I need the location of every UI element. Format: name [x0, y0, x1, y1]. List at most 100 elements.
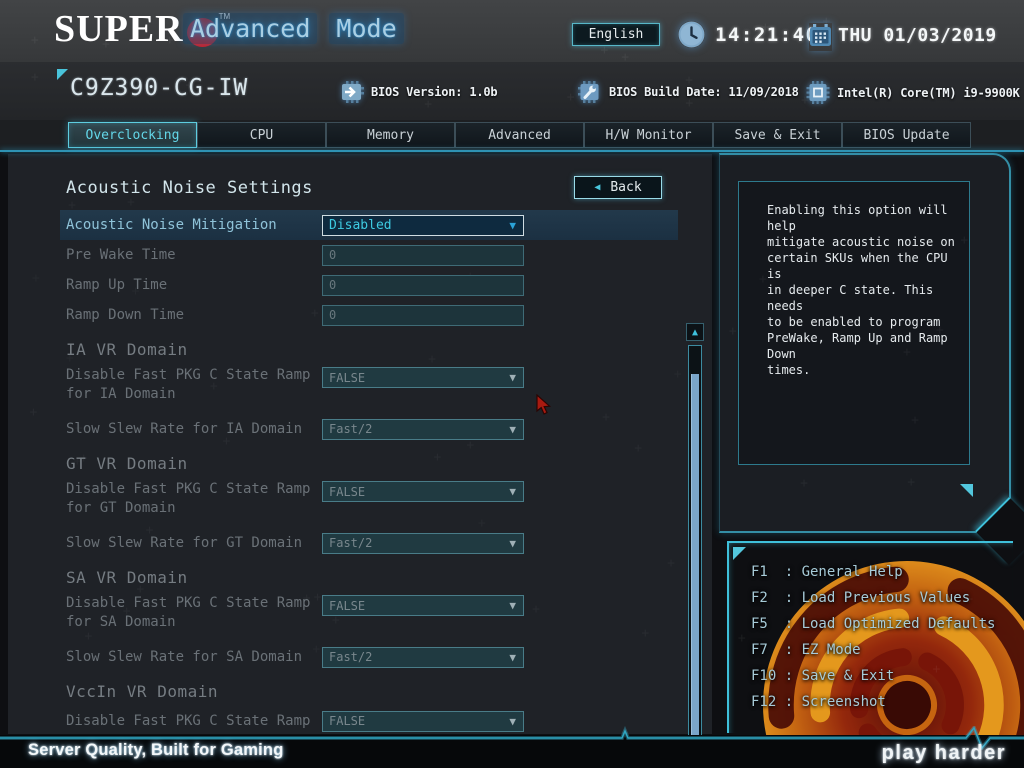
hotkey-list: F1 : General HelpF2 : Load Previous Valu…	[751, 559, 995, 715]
model-corner-triangle-icon	[57, 69, 68, 80]
settings-rows: Acoustic Noise Settings ◀ Back Acoustic …	[8, 154, 712, 734]
setting-row-pre-wake-time: Pre Wake Time0	[60, 240, 678, 270]
back-arrow-icon: ◀	[594, 182, 600, 193]
setting-label-line: Slow Slew Rate for IA Domain	[66, 420, 322, 439]
panel-header-row: Acoustic Noise Settings ◀ Back	[60, 178, 678, 210]
tab-bar: Overclocking CPU Memory Advanced H/W Monitor…	[0, 120, 1024, 150]
setting-row-slow-slew-rate-for-sa-domain: Slow Slew Rate for SA DomainFast/2▼	[60, 642, 678, 672]
value-dropdown[interactable]: FALSE ▼	[322, 595, 524, 616]
plus-decoration: +	[567, 90, 575, 105]
tab-divider-line	[0, 150, 1024, 152]
value-dropdown[interactable]: Disabled▼	[322, 215, 524, 236]
settings-panel: Acoustic Noise Settings ◀ Back Acoustic …	[8, 154, 712, 734]
help-text: Enabling this option will help mitigate …	[767, 202, 961, 378]
setting-label: Disable Fast PKG C State Rampfor SA Doma…	[66, 592, 322, 632]
help-corner-triangle-icon	[960, 484, 973, 497]
section-label: SA VR Domain	[66, 568, 188, 587]
bios-build-date-label: BIOS Build Date: 11/09/2018	[609, 85, 799, 99]
scroll-up-button[interactable]: ▲	[686, 323, 704, 341]
plus-decoration: +	[800, 476, 808, 491]
setting-label: Acoustic Noise Mitigation	[66, 216, 322, 235]
tab-memory[interactable]: Memory	[326, 122, 455, 148]
value-dropdown[interactable]: Fast/2▼	[322, 647, 524, 668]
play-harder-logo: play harder	[882, 742, 1006, 765]
setting-label: Disable Fast PKG C State Rampfor IA Doma…	[66, 364, 322, 404]
field-value: 0	[323, 308, 336, 322]
field-value: FALSE	[323, 371, 365, 385]
section-header: SA VR Domain	[60, 558, 678, 592]
plus-decoration: +	[31, 70, 39, 85]
bios-version-item: BIOS Version: 1.0b	[340, 81, 497, 103]
field-value: 0	[323, 248, 336, 262]
mouse-cursor	[536, 394, 553, 420]
setting-row-slow-slew-rate-for-ia-domain: Slow Slew Rate for IA DomainFast/2▼	[60, 414, 678, 444]
value-input[interactable]: 0	[322, 245, 524, 266]
setting-label: Slow Slew Rate for GT Domain	[66, 534, 322, 553]
mode-word: Mode	[329, 13, 403, 44]
tab-save-exit[interactable]: Save & Exit	[713, 122, 842, 148]
language-button[interactable]: English	[572, 23, 660, 46]
setting-label: Slow Slew Rate for IA Domain	[66, 420, 322, 439]
tab-label: Save & Exit	[734, 128, 820, 143]
scroll-up-icon: ▲	[692, 327, 698, 338]
value-dropdown[interactable]: Fast/2▼	[322, 419, 524, 440]
tab-h-w-monitor[interactable]: H/W Monitor	[584, 122, 713, 148]
setting-row-ramp-up-time: Ramp Up Time0	[60, 270, 678, 300]
scrollbar-track[interactable]	[688, 345, 702, 768]
value-dropdown[interactable]: Fast/2▼	[322, 533, 524, 554]
dropdown-arrow-icon: ▼	[509, 651, 516, 664]
info-bar: C9Z390-CG-IW BIOS Version: 1.0b BIOS	[0, 62, 1024, 120]
chip-wrench-icon	[578, 81, 602, 103]
section-label: GT VR Domain	[66, 454, 188, 473]
plus-decoration: +	[729, 324, 737, 339]
section-label: VccIn VR Domain	[66, 682, 218, 701]
page-title: Acoustic Noise Settings	[66, 178, 313, 198]
field-value: Fast/2	[323, 536, 372, 550]
plus-decoration: +	[738, 631, 746, 646]
value-dropdown[interactable]: FALSE▼	[322, 481, 524, 502]
tab-label: Overclocking	[86, 128, 180, 143]
tab-label: BIOS Update	[863, 128, 949, 143]
hotkey-f12: F12 : Screenshot	[751, 689, 995, 715]
hotkey-f5: F5 : Load Optimized Defaults	[751, 611, 995, 637]
hotkey-f2: F2 : Load Previous Values	[751, 585, 995, 611]
cpu-icon	[806, 81, 830, 104]
tab-bios-update[interactable]: BIOS Update	[842, 122, 971, 148]
help-panel: Enabling this option will help mitigate …	[719, 153, 1011, 533]
tab-advanced[interactable]: Advanced	[455, 122, 584, 148]
dropdown-arrow-icon: ▼	[509, 599, 516, 612]
scrollbar-thumb[interactable]	[691, 374, 699, 736]
setting-row-acoustic-noise-mitigation: Acoustic Noise MitigationDisabled▼	[60, 210, 678, 240]
back-button[interactable]: ◀ Back	[574, 176, 662, 199]
setting-row-ramp-down-time: Ramp Down Time0	[60, 300, 678, 330]
hotkeys-corner-triangle-icon	[733, 547, 746, 560]
value-input[interactable]: 0	[322, 275, 524, 296]
hotkey-f7: F7 : EZ Mode	[751, 637, 995, 663]
field-value: Disabled	[323, 218, 392, 233]
field-value: FALSE	[323, 599, 365, 613]
brand-text: SUPER	[54, 9, 184, 49]
tab-cpu[interactable]: CPU	[197, 122, 326, 148]
tab-overclocking[interactable]: Overclocking	[68, 122, 197, 148]
tab-label: Memory	[367, 128, 414, 143]
setting-label-line: Ramp Up Time	[66, 276, 322, 295]
setting-label-line: Disable Fast PKG C State Ramp	[66, 594, 322, 613]
tab-label: H/W Monitor	[605, 128, 691, 143]
dropdown-arrow-icon: ▼	[509, 371, 516, 384]
setting-row-slow-slew-rate-for-gt-domain: Slow Slew Rate for GT DomainFast/2▼	[60, 528, 678, 558]
main-region: Acoustic Noise Settings ◀ Back Acoustic …	[0, 152, 1024, 735]
back-button-label: Back	[610, 180, 641, 195]
value-dropdown[interactable]: FALSE ▼	[322, 367, 524, 388]
plus-decoration: +	[31, 33, 39, 48]
time-display: 14:21:40	[715, 24, 819, 46]
section-header: IA VR Domain	[60, 330, 678, 364]
dropdown-arrow-icon: ▼	[509, 485, 516, 498]
setting-label-line: Ramp Down Time	[66, 306, 322, 325]
top-bar: SUPER TM AdvancedMode English 14:21:40 T…	[0, 0, 1024, 62]
tab-label: Advanced	[488, 128, 551, 143]
section-header: VccIn VR Domain	[60, 672, 678, 706]
setting-label-line: Disable Fast PKG C State Ramp	[66, 480, 322, 499]
cpu-model-label: Intel(R) Core(TM) i9-9900K	[837, 86, 1020, 100]
field-value: 0	[323, 278, 336, 292]
value-input[interactable]: 0	[322, 305, 524, 326]
